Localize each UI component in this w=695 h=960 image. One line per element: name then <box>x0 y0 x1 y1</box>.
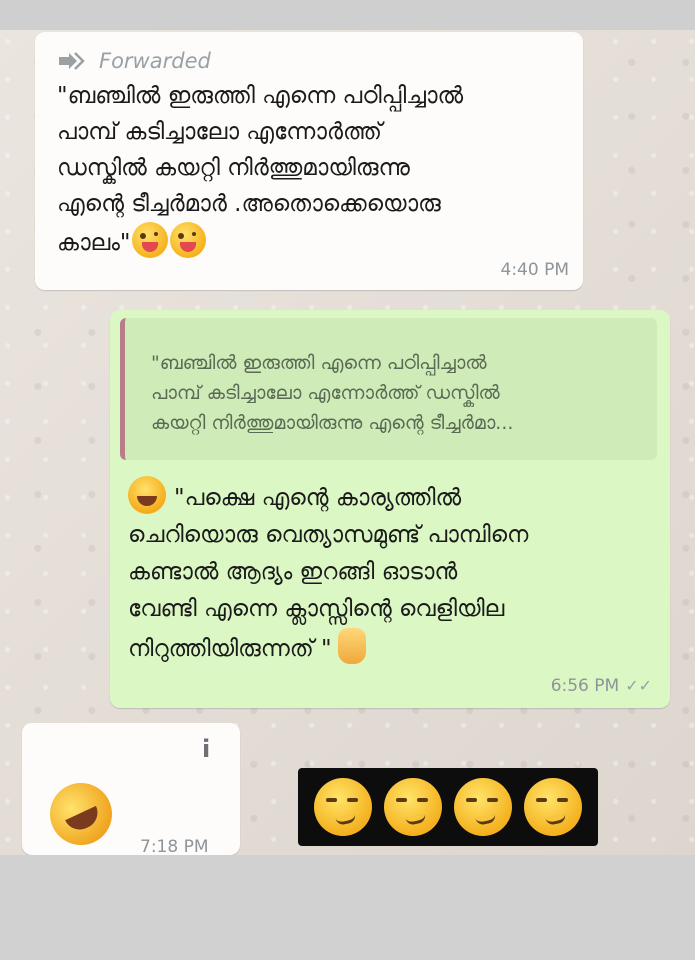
bottom-strip <box>0 855 695 960</box>
smirking-face-icon <box>384 778 442 836</box>
message-text: "ബഞ്ചിൽ ഇരുത്തി എന്നെ പഠിപ്പിച്ചാൽ പാമ്പ… <box>57 83 464 256</box>
message-text-with-emoji: "പക്ഷെ എന്റെ കാര്യത്തിൽ ചെറിയൊരു വെത്യാസ… <box>128 476 648 668</box>
winking-face-with-tongue-icon <box>170 222 207 258</box>
top-strip <box>0 0 695 30</box>
smirking-face-icon <box>454 778 512 836</box>
forwarded-label: Forwarded <box>99 49 211 73</box>
winking-face-with-tongue-icon <box>132 222 169 258</box>
incoming-message-bubble[interactable]: i 7:18 PM <box>22 723 240 855</box>
forwarded-indicator: Forwarded <box>57 48 561 74</box>
tears-of-joy-icon <box>128 476 166 514</box>
read-receipt-icon: ✓✓ <box>625 676 652 695</box>
rolling-on-floor-laughing-icon <box>39 772 123 855</box>
quoted-reply[interactable]: "ബഞ്ചിൽ ഇരുത്തി എന്നെ പഠിപ്പിച്ചാൽ പാമ്പ… <box>120 318 657 460</box>
message-timestamp: 6:56 PM <box>550 676 620 696</box>
incoming-message-bubble[interactable]: Forwarded "ബഞ്ചിൽ ഇരുത്തി എന്നെ പഠിപ്പിച… <box>35 32 583 290</box>
smirking-face-icon <box>524 778 582 836</box>
quoted-text: "ബഞ്ചിൽ ഇരുത്തി എന്നെ പഠിപ്പിച്ചാൽ പാമ്പ… <box>151 352 514 434</box>
message-timestamp: 4:40 PM <box>500 260 570 280</box>
forward-arrow-icon <box>59 52 85 70</box>
smirking-face-icon <box>314 778 372 836</box>
message-text: "പക്ഷെ എന്റെ കാര്യത്തിൽ ചെറിയൊരു വെത്യാസ… <box>128 485 529 662</box>
victory-hand-icon <box>337 628 366 664</box>
info-icon[interactable]: i <box>202 735 210 763</box>
message-text-with-emoji: "ബഞ്ചിൽ ഇരുത്തി എന്നെ പഠിപ്പിച്ചാൽ പാമ്പ… <box>57 78 561 261</box>
smirking-emoji-strip <box>298 768 598 846</box>
outgoing-message-bubble[interactable]: "ബഞ്ചിൽ ഇരുത്തി എന്നെ പഠിപ്പിച്ചാൽ പാമ്പ… <box>110 310 670 708</box>
message-timestamp: 7:18 PM <box>140 837 209 855</box>
message-timestamp-row: 6:56 PM ✓✓ <box>551 676 652 696</box>
chat-area: Forwarded "ബഞ്ചിൽ ഇരുത്തി എന്നെ പഠിപ്പിച… <box>0 30 695 855</box>
